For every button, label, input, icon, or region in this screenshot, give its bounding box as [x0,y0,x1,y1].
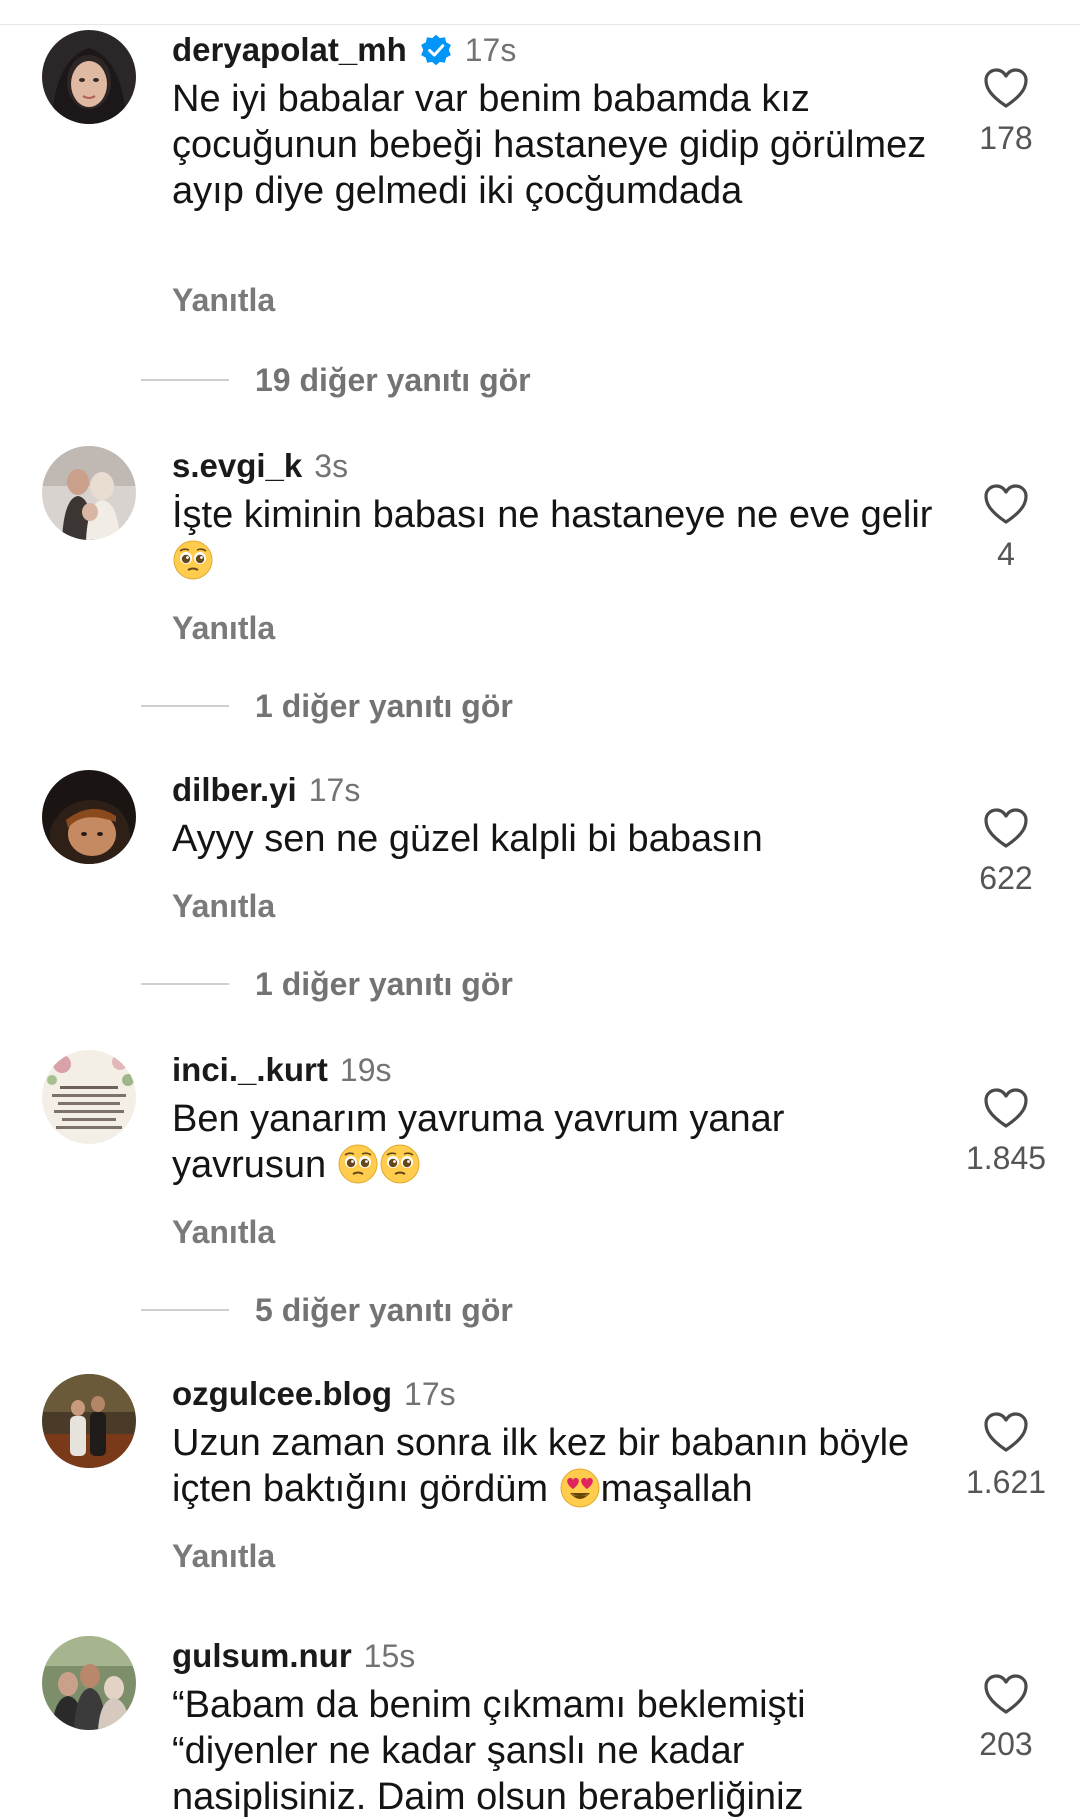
comment-text-part: Ben yanarım yavruma yavrum yanar yavrusu… [172,1098,785,1186]
reply-button[interactable]: Yanıtla [172,888,275,925]
pleading-face-emoji-icon [379,1143,421,1185]
like-count: 1.621 [965,1464,1047,1500]
comment-text: Ne iyi babalar var benim babamda kız çoc… [172,78,927,212]
comment-username[interactable]: ozgulcee.blog [172,1375,392,1413]
comment-username[interactable]: inci._.kurt [172,1051,328,1089]
comment-username[interactable]: gulsum.nur [172,1637,352,1675]
comment-time: 3s [314,447,349,484]
view-replies-label[interactable]: 1 diğer yanıtı gör [255,966,513,1003]
view-replies-label[interactable]: 5 diğer yanıtı gör [255,1292,513,1329]
divider-line [141,1309,229,1311]
heart-outline-icon[interactable] [984,808,1028,850]
heart-outline-icon[interactable] [984,68,1028,110]
heart-outline-icon[interactable] [984,1674,1028,1716]
comment-time: 17s [308,771,361,808]
comment-text: “Babam da benim çıkmamı beklemişti “diye… [172,1684,806,1818]
avatar[interactable] [42,30,136,124]
verified-badge-icon [419,33,453,67]
like-button[interactable]: 203 [946,1674,1066,1763]
view-replies-button[interactable]: 19 diğer yanıtı gör [141,360,531,400]
reply-button[interactable]: Yanıtla [172,610,275,647]
like-button[interactable]: 4 [946,484,1066,573]
comment-text: Ayyy sen ne güzel kalpli bi babasın [172,818,763,860]
comment-time: 15s [363,1637,416,1674]
like-count: 178 [979,120,1033,156]
pleading-face-emoji-icon [172,539,214,581]
like-count: 1.845 [965,1140,1047,1176]
avatar[interactable] [42,446,136,540]
heart-outline-icon[interactable] [984,1088,1028,1130]
reply-button[interactable]: Yanıtla [172,282,275,319]
comment-time: 19s [339,1051,392,1088]
pleading-face-emoji-icon [337,1143,379,1185]
avatar[interactable] [42,1050,136,1144]
comment-text: Uzun zaman sonra ilk kez bir babanın böy… [172,1420,942,1512]
heart-eyes-emoji-icon [559,1467,601,1509]
reply-button[interactable]: Yanıtla [172,1214,275,1251]
comment-time: 17s [464,31,517,68]
heart-outline-icon[interactable] [984,484,1028,526]
divider-line [141,983,229,985]
top-divider [0,24,1080,25]
view-replies-button[interactable]: 1 diğer yanıtı gör [141,964,513,1004]
comment-username[interactable]: s.evgi_k [172,447,302,485]
comment-username[interactable]: dilber.yi [172,771,297,809]
like-count: 622 [979,860,1033,896]
like-button[interactable]: 1.845 [946,1088,1066,1177]
like-count: 4 [997,536,1015,572]
comment-text: İşte kiminin babası ne hastaneye ne eve … [172,492,942,584]
view-replies-label[interactable]: 19 diğer yanıtı gör [255,362,531,399]
comment-text-part: maşallah [600,1468,753,1510]
divider-line [141,379,229,381]
avatar[interactable] [42,1374,136,1468]
comment-text: Ben yanarım yavruma yavrum yanar yavrusu… [172,1096,942,1188]
avatar[interactable] [42,1636,136,1730]
avatar[interactable] [42,770,136,864]
reply-button[interactable]: Yanıtla [172,1538,275,1575]
like-count: 203 [979,1726,1033,1762]
heart-outline-icon[interactable] [984,1412,1028,1454]
view-replies-button[interactable]: 5 diğer yanıtı gör [141,1290,513,1330]
like-button[interactable]: 1.621 [946,1412,1066,1501]
like-button[interactable]: 622 [946,808,1066,897]
comment-time: 17s [404,1375,456,1412]
comment-username[interactable]: deryapolat_mh [172,31,407,69]
view-replies-label[interactable]: 1 diğer yanıtı gör [255,688,513,725]
comment-text-part: Uzun zaman sonra ilk kez bir babanın böy… [172,1422,910,1510]
comment-text-part: İşte kiminin babası ne hastaneye ne eve … [172,494,933,536]
view-replies-button[interactable]: 1 diğer yanıtı gör [141,686,513,726]
divider-line [141,705,229,707]
like-button[interactable]: 178 [946,68,1066,157]
